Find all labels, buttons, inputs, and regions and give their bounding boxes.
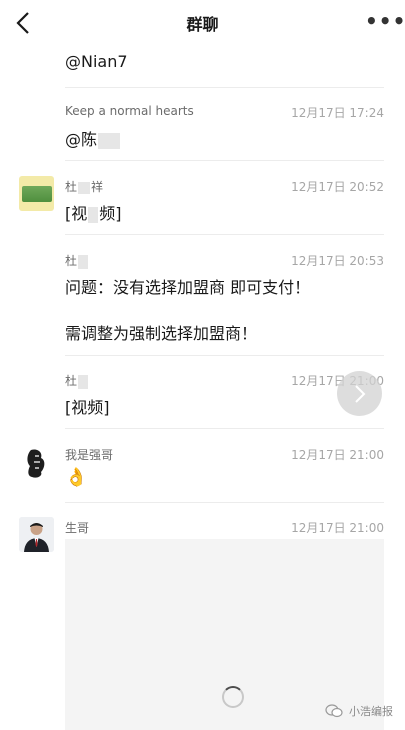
more-dots-icon[interactable]: ••• xyxy=(365,11,405,34)
wechat-channel-icon xyxy=(325,704,343,718)
video-message[interactable]: [视频] xyxy=(65,394,110,418)
sender-name-part: 祥 xyxy=(91,180,104,194)
message-content: @陈 xyxy=(65,126,121,150)
sender-name-part: 杜 xyxy=(65,180,78,194)
message-sender: 杜 xyxy=(65,372,89,389)
chevron-right-icon[interactable] xyxy=(337,371,382,416)
ok-hand-emoji-icon: 👌 xyxy=(65,467,88,488)
green-badge-avatar[interactable] xyxy=(19,176,54,211)
video-label-part: 频] xyxy=(99,204,122,223)
redacted-block xyxy=(78,374,89,389)
sender-name-part: 杜 xyxy=(65,374,78,388)
ink-portrait-avatar[interactable] xyxy=(19,446,54,481)
message-time: 12月17日 17:24 xyxy=(291,106,384,120)
message-time: 12月17日 20:53 xyxy=(291,254,384,268)
message-sender: 杜祥 xyxy=(65,178,103,195)
watermark-text: 小浩编报 xyxy=(349,705,393,718)
suit-portrait-avatar[interactable] xyxy=(19,517,54,552)
video-message[interactable]: [视频] xyxy=(65,200,122,224)
message-sender: 我是强哥 xyxy=(65,448,114,462)
message-content: @Nian7 xyxy=(65,52,128,71)
message-divider xyxy=(65,160,384,161)
message-divider xyxy=(65,428,384,429)
top-navigation-bar: 群聊 ••• xyxy=(0,0,405,46)
message-time: 12月17日 20:52 xyxy=(291,180,384,194)
message-sender: Keep a normal hearts xyxy=(65,104,194,118)
sender-name-part: 杜 xyxy=(65,254,78,268)
message-divider xyxy=(65,234,384,235)
message-sender: 杜 xyxy=(65,252,89,269)
message-divider xyxy=(65,87,384,88)
page-title: 群聊 xyxy=(186,15,219,34)
video-label-part: [视 xyxy=(65,204,88,223)
message-text-line: 问题：没有选择加盟商 即可支付！ xyxy=(65,278,311,297)
message-divider xyxy=(65,355,384,356)
redacted-block xyxy=(78,181,91,194)
message-time: 12月17日 21:00 xyxy=(291,521,384,535)
message-sender: 生哥 xyxy=(65,521,90,535)
message-text-line: 需调整为强制选择加盟商！ xyxy=(65,324,258,343)
mention-text: @陈 xyxy=(65,130,98,149)
redacted-block xyxy=(78,254,89,269)
chevron-left-icon[interactable] xyxy=(14,10,34,36)
loading-spinner-icon xyxy=(222,686,244,708)
redacted-block xyxy=(88,206,99,223)
message-time: 12月17日 21:00 xyxy=(291,448,384,462)
watermark: 小浩编报 xyxy=(325,703,393,719)
redacted-block xyxy=(98,132,121,149)
message-divider xyxy=(65,502,384,503)
